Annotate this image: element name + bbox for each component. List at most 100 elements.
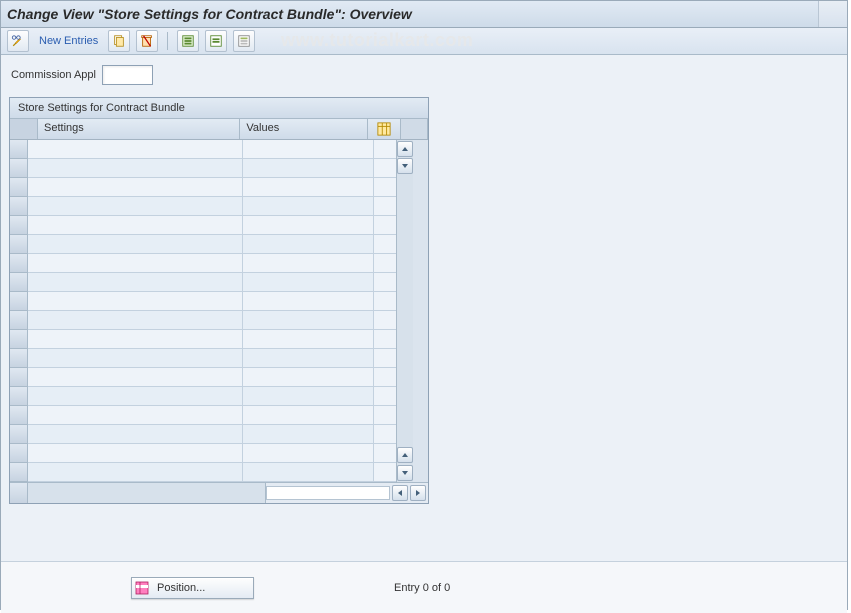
row-selector[interactable] xyxy=(10,349,28,368)
cell-values[interactable] xyxy=(243,387,374,406)
cell-values[interactable] xyxy=(243,235,374,254)
row-selector[interactable] xyxy=(10,311,28,330)
table-row[interactable] xyxy=(10,178,396,197)
row-selector[interactable] xyxy=(10,425,28,444)
grid-header-settings[interactable]: Settings xyxy=(38,119,240,139)
scroll-left-button[interactable] xyxy=(392,485,408,501)
row-selector[interactable] xyxy=(10,140,28,159)
deselect-all-button[interactable] xyxy=(233,30,255,52)
select-block-button[interactable] xyxy=(205,30,227,52)
scroll-down-button[interactable] xyxy=(397,465,413,481)
row-selector[interactable] xyxy=(10,406,28,425)
pencil-glasses-icon xyxy=(11,34,25,48)
row-selector[interactable] xyxy=(10,463,28,482)
cell-values[interactable] xyxy=(243,444,374,463)
row-selector[interactable] xyxy=(10,330,28,349)
table-row[interactable] xyxy=(10,273,396,292)
row-selector[interactable] xyxy=(10,444,28,463)
scroll-track[interactable] xyxy=(397,175,413,446)
cell-values[interactable] xyxy=(243,425,374,444)
cell-settings[interactable] xyxy=(28,311,243,330)
row-selector[interactable] xyxy=(10,216,28,235)
cell-values[interactable] xyxy=(243,463,374,482)
table-row[interactable] xyxy=(10,425,396,444)
cell-values[interactable] xyxy=(243,406,374,425)
table-row[interactable] xyxy=(10,349,396,368)
cell-values[interactable] xyxy=(243,330,374,349)
grid-configure-columns-button[interactable] xyxy=(368,119,400,139)
row-selector[interactable] xyxy=(10,159,28,178)
cell-gap xyxy=(374,311,396,330)
grid-header-values[interactable]: Values xyxy=(240,119,368,139)
display-change-toggle-button[interactable] xyxy=(7,30,29,52)
cell-settings[interactable] xyxy=(28,406,243,425)
row-selector[interactable] xyxy=(10,197,28,216)
cell-values[interactable] xyxy=(243,273,374,292)
cell-settings[interactable] xyxy=(28,463,243,482)
table-row[interactable] xyxy=(10,406,396,425)
cell-values[interactable] xyxy=(243,292,374,311)
row-selector[interactable] xyxy=(10,254,28,273)
cell-settings[interactable] xyxy=(28,444,243,463)
delete-button[interactable] xyxy=(136,30,158,52)
table-row[interactable] xyxy=(10,140,396,159)
table-row[interactable] xyxy=(10,254,396,273)
grid-horizontal-scrollbar[interactable] xyxy=(265,483,428,503)
new-entries-button[interactable]: New Entries xyxy=(35,35,102,47)
chevron-right-icon xyxy=(414,489,422,497)
cell-settings[interactable] xyxy=(28,254,243,273)
scroll-up-step-button[interactable] xyxy=(397,447,413,463)
cell-settings[interactable] xyxy=(28,292,243,311)
cell-values[interactable] xyxy=(243,159,374,178)
cell-values[interactable] xyxy=(243,140,374,159)
table-row[interactable] xyxy=(10,197,396,216)
cell-settings[interactable] xyxy=(28,159,243,178)
table-row[interactable] xyxy=(10,368,396,387)
cell-settings[interactable] xyxy=(28,273,243,292)
row-selector[interactable] xyxy=(10,368,28,387)
cell-settings[interactable] xyxy=(28,197,243,216)
cell-settings[interactable] xyxy=(28,368,243,387)
cell-values[interactable] xyxy=(243,216,374,235)
select-all-button[interactable] xyxy=(177,30,199,52)
cell-settings[interactable] xyxy=(28,330,243,349)
row-selector[interactable] xyxy=(10,235,28,254)
cell-settings[interactable] xyxy=(28,216,243,235)
table-row[interactable] xyxy=(10,292,396,311)
copy-as-button[interactable] xyxy=(108,30,130,52)
table-row[interactable] xyxy=(10,235,396,254)
cell-values[interactable] xyxy=(243,178,374,197)
cell-values[interactable] xyxy=(243,197,374,216)
table-row[interactable] xyxy=(10,330,396,349)
cell-settings[interactable] xyxy=(28,140,243,159)
table-row[interactable] xyxy=(10,216,396,235)
cell-values[interactable] xyxy=(243,311,374,330)
cell-values[interactable] xyxy=(243,254,374,273)
table-row[interactable] xyxy=(10,387,396,406)
hscroll-track[interactable] xyxy=(266,486,390,500)
row-selector[interactable] xyxy=(10,292,28,311)
cell-settings[interactable] xyxy=(28,178,243,197)
cell-settings[interactable] xyxy=(28,387,243,406)
position-button[interactable]: Position... xyxy=(131,577,254,599)
table-row[interactable] xyxy=(10,311,396,330)
grid-footer xyxy=(10,482,428,503)
table-row[interactable] xyxy=(10,159,396,178)
cell-settings[interactable] xyxy=(28,235,243,254)
scroll-down-step-button[interactable] xyxy=(397,158,413,174)
scroll-right-button[interactable] xyxy=(410,485,426,501)
table-row[interactable] xyxy=(10,444,396,463)
cell-settings[interactable] xyxy=(28,349,243,368)
cell-values[interactable] xyxy=(243,349,374,368)
grid-vertical-scrollbar[interactable] xyxy=(396,140,413,482)
chevron-left-icon xyxy=(396,489,404,497)
scroll-up-button[interactable] xyxy=(397,141,413,157)
row-selector[interactable] xyxy=(10,178,28,197)
row-selector[interactable] xyxy=(10,387,28,406)
row-selector[interactable] xyxy=(10,273,28,292)
grid-header-rowselector[interactable] xyxy=(10,119,38,139)
cell-settings[interactable] xyxy=(28,425,243,444)
commission-appl-input[interactable] xyxy=(102,65,153,85)
cell-values[interactable] xyxy=(243,368,374,387)
table-row[interactable] xyxy=(10,463,396,482)
